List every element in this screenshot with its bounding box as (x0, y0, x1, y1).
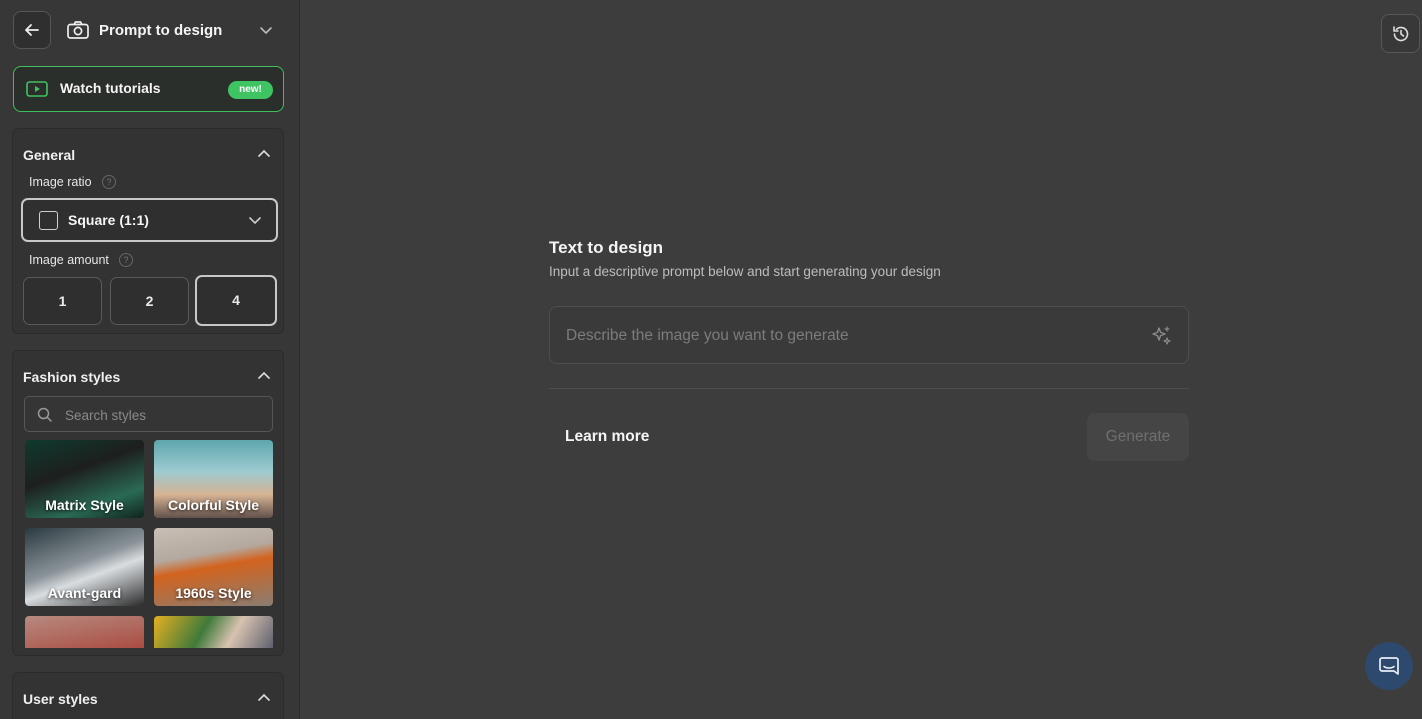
tutorial-label: Watch tutorials (60, 80, 161, 96)
fashion-styles-panel: Fashion styles Matrix Style Colorful Sty… (12, 350, 284, 656)
style-card-1960s[interactable]: 1960s Style (154, 528, 273, 606)
sparkle-icon[interactable] (1150, 325, 1172, 347)
chat-icon (1379, 657, 1399, 675)
style-card-colorful[interactable]: Colorful Style (154, 440, 273, 518)
image-ratio-value: Square (1:1) (68, 212, 149, 228)
prompt-field[interactable] (549, 306, 1189, 364)
image-amount-label: Image amount (29, 253, 109, 267)
style-name: Matrix Style (45, 497, 124, 513)
watch-tutorials-button[interactable]: Watch tutorials new! (13, 66, 284, 112)
arrow-left-icon (25, 24, 39, 36)
amount-option-4[interactable]: 4 (195, 275, 277, 326)
fashion-styles-title: Fashion styles (23, 369, 121, 385)
image-ratio-label: Image ratio (29, 175, 92, 189)
video-play-icon (26, 81, 48, 97)
style-name: Colorful Style (167, 497, 259, 513)
style-card-6[interactable] (154, 616, 273, 648)
style-name: 1960s Style (175, 585, 252, 601)
new-badge: new! (228, 81, 273, 99)
generate-button[interactable]: Generate (1087, 413, 1189, 461)
general-panel: General Image ratio ? Square (1:1) Image… (12, 128, 284, 334)
mode-title[interactable]: Prompt to design (99, 22, 222, 39)
divider (549, 388, 1189, 389)
style-name: Avant-gard (47, 585, 122, 601)
chevron-up-icon[interactable] (257, 691, 271, 705)
square-ratio-icon (39, 211, 58, 230)
learn-more-link[interactable]: Learn more (565, 428, 649, 446)
page-subtitle: Input a descriptive prompt below and sta… (549, 264, 941, 279)
style-card-5[interactable] (25, 616, 144, 648)
style-card-avant-gard[interactable]: Avant-gard (25, 528, 144, 606)
amount-option-2[interactable]: 2 (110, 277, 189, 325)
search-icon (37, 407, 52, 422)
style-grid: Matrix Style Colorful Style Avant-gard 1… (25, 440, 275, 648)
chevron-down-icon (249, 217, 261, 225)
search-styles-input[interactable] (65, 405, 265, 425)
sidebar: Prompt to design Watch tutorials new! Ge… (0, 0, 300, 719)
chevron-down-icon[interactable] (259, 23, 273, 37)
general-title: General (23, 147, 76, 163)
prompt-input[interactable] (566, 325, 1126, 347)
history-button[interactable] (1381, 14, 1420, 53)
amount-option-1[interactable]: 1 (23, 277, 102, 325)
image-ratio-select[interactable]: Square (1:1) (21, 198, 278, 242)
page-title: Text to design (549, 238, 663, 257)
user-styles-panel: User styles (12, 672, 284, 719)
camera-icon (67, 21, 89, 39)
sidebar-header: Prompt to design (13, 11, 285, 51)
chevron-up-icon[interactable] (257, 369, 271, 383)
help-icon[interactable]: ? (102, 175, 116, 189)
chat-support-button[interactable] (1365, 642, 1413, 690)
user-styles-title: User styles (23, 691, 98, 707)
history-icon (1392, 25, 1408, 41)
chevron-up-icon[interactable] (257, 147, 271, 161)
back-button[interactable] (13, 11, 51, 49)
style-search[interactable] (24, 396, 273, 432)
style-card-matrix[interactable]: Matrix Style (25, 440, 144, 518)
help-icon[interactable]: ? (119, 253, 133, 267)
